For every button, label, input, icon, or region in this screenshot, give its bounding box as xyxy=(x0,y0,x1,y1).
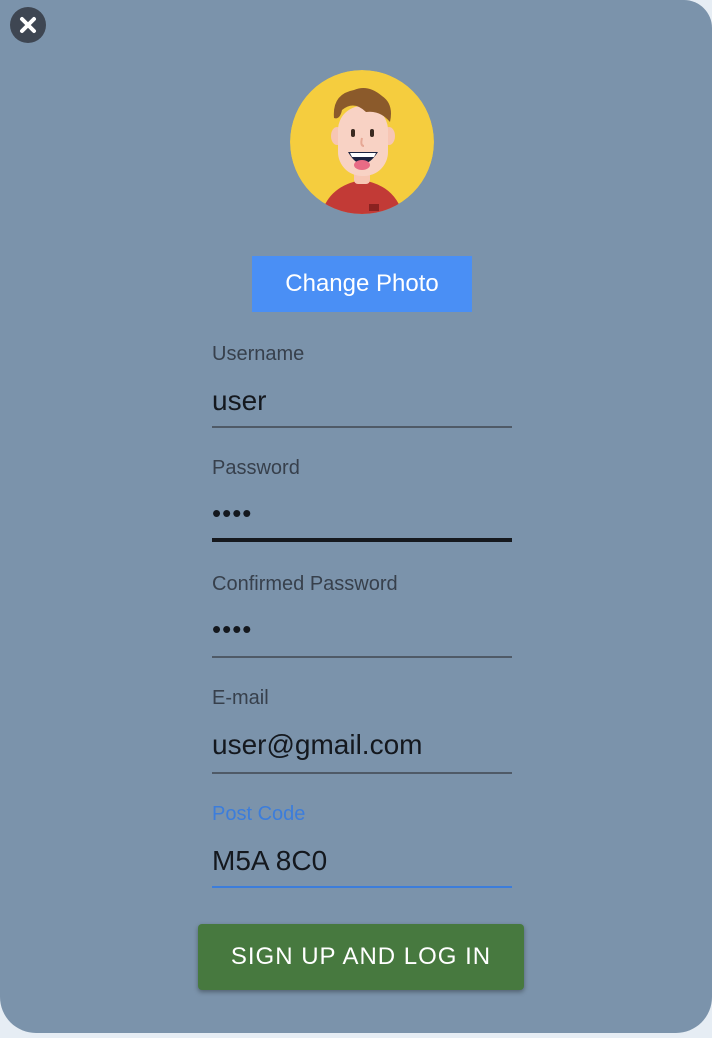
user-avatar xyxy=(290,70,434,214)
close-button[interactable] xyxy=(10,7,46,43)
post-code-field[interactable]: Post Code M5A 8C0 xyxy=(212,803,512,891)
username-underline xyxy=(212,426,512,428)
password-input[interactable]: •••• xyxy=(212,498,252,529)
close-icon xyxy=(20,17,36,33)
post-code-underline xyxy=(212,886,512,888)
username-input[interactable]: user xyxy=(212,385,266,417)
username-field[interactable]: Username user xyxy=(212,343,512,429)
confirmed-password-underline xyxy=(212,656,512,658)
confirmed-password-field[interactable]: Confirmed Password •••• xyxy=(212,573,512,659)
change-photo-button[interactable]: Change Photo xyxy=(252,256,472,312)
email-label: E-mail xyxy=(212,687,269,709)
email-underline xyxy=(212,772,512,774)
post-code-label: Post Code xyxy=(212,803,306,825)
username-label: Username xyxy=(212,343,305,365)
sign-up-and-log-in-button[interactable]: SIGN UP AND LOG IN xyxy=(198,924,524,990)
password-underline xyxy=(212,538,512,542)
password-label: Password xyxy=(212,457,300,479)
email-field[interactable]: E-mail user@gmail.com xyxy=(212,687,512,775)
password-field[interactable]: Password •••• xyxy=(212,457,512,543)
confirmed-password-input[interactable]: •••• xyxy=(212,614,252,645)
signup-panel: Change Photo Username user Password ••••… xyxy=(0,0,712,1033)
post-code-input[interactable]: M5A 8C0 xyxy=(212,845,327,877)
confirmed-password-label: Confirmed Password xyxy=(212,573,398,595)
user-avatar-icon xyxy=(290,70,434,214)
email-input[interactable]: user@gmail.com xyxy=(212,729,422,761)
